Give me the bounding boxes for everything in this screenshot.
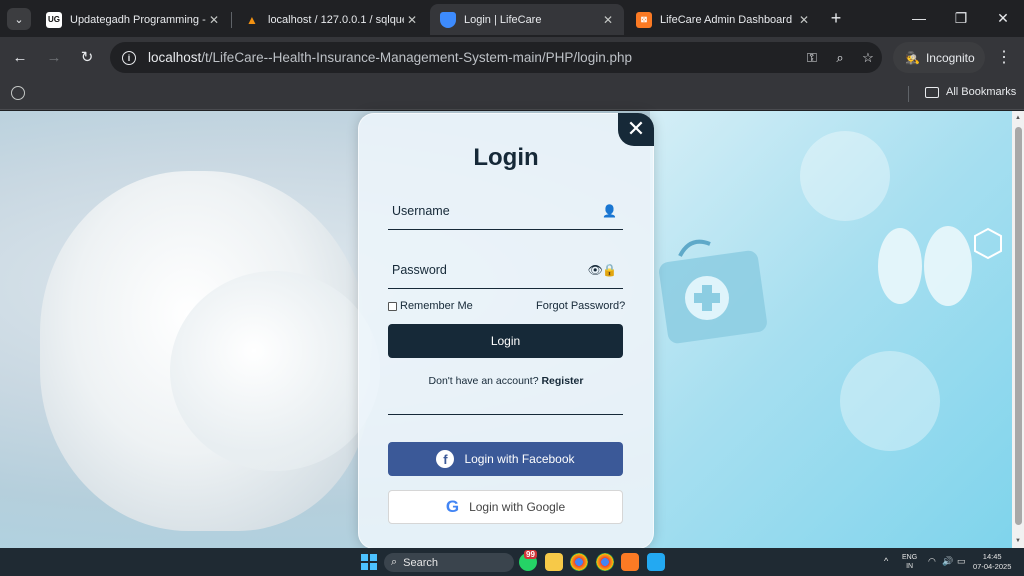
close-icon[interactable]: ✕ — [600, 13, 616, 27]
volume-icon[interactable]: 🔊 — [942, 556, 953, 567]
chevron-down-icon: ⌄ — [14, 13, 24, 26]
search-icon: ⌕ — [391, 556, 398, 568]
lock-icon: 🔒 — [602, 263, 617, 277]
chevron-up-icon[interactable]: ^ — [884, 556, 888, 566]
bokeh-circle — [800, 131, 890, 221]
tab-title: Login | LifeCare — [464, 13, 542, 26]
new-tab-button[interactable]: + — [826, 8, 846, 28]
folder-icon — [925, 86, 939, 98]
taskbar-search[interactable]: ⌕ Search — [384, 553, 514, 572]
google-login-label: Login with Google — [469, 500, 566, 514]
tab-phpmyadmin[interactable]: ▲ localhost / 127.0.0.1 / sqlque ✕ — [234, 4, 428, 35]
clock-time: 14:45 — [982, 552, 1002, 561]
globe-icon[interactable] — [11, 86, 25, 100]
eye-icon[interactable]: 👁 — [588, 263, 603, 277]
username-input[interactable]: Username 👤 — [388, 194, 623, 230]
tab-title: Updategadh Programming - — [70, 13, 206, 26]
google-login-button[interactable]: G Login with Google — [388, 490, 623, 524]
xampp-icon: ⊠ — [636, 11, 652, 28]
minimize-button[interactable]: — — [904, 8, 934, 28]
register-prompt: Don't have an account? — [428, 375, 539, 387]
language-indicator[interactable]: ENG IN — [902, 553, 917, 571]
user-icon: 👤 — [602, 204, 617, 218]
reload-button[interactable]: ↻ — [76, 47, 98, 69]
clock-date: 07-04-2025 — [973, 562, 1012, 571]
back-button[interactable]: ← — [9, 47, 31, 69]
tab-search-button[interactable]: ⌄ — [7, 8, 31, 30]
zoom-icon[interactable]: ⌕ — [826, 50, 854, 66]
all-bookmarks-label: All Bookmarks — [946, 86, 1017, 98]
system-clock[interactable]: 14:45 07-04-2025 — [973, 552, 1011, 572]
chrome-profile-icon[interactable] — [596, 553, 614, 571]
password-label: Password — [392, 263, 447, 277]
google-icon: G — [445, 497, 460, 516]
close-icon[interactable]: ✕ — [796, 13, 812, 27]
medical-kit-icon — [659, 239, 767, 344]
tab-login-lifecare[interactable]: Login | LifeCare ✕ — [430, 4, 624, 35]
file-explorer-icon[interactable] — [545, 553, 563, 571]
close-icon[interactable]: ✕ — [404, 13, 420, 27]
battery-icon[interactable]: ▭ — [957, 556, 966, 567]
bokeh-circle — [840, 351, 940, 451]
phpmyadmin-icon: ▲ — [246, 12, 258, 27]
wifi-icon[interactable]: ◠ — [928, 556, 936, 567]
tab-lifecare-admin[interactable]: ⊠ LifeCare Admin Dashboard ✕ — [626, 4, 820, 35]
site-info-icon[interactable]: i — [122, 50, 136, 65]
vscode-icon[interactable] — [647, 553, 665, 571]
scroll-down-icon[interactable]: ▼ — [1014, 538, 1022, 544]
register-link[interactable]: Register — [541, 375, 583, 387]
tab-updategadh[interactable]: UG Updategadh Programming - ✕ — [36, 4, 230, 35]
scroll-up-icon[interactable]: ▲ — [1014, 115, 1022, 121]
browser-toolbar: ← → ↻ i localhost/t/LifeCare--Health-Ins… — [0, 37, 1024, 78]
bookmarks-bar: All Bookmarks — [0, 78, 1024, 110]
tab-title: localhost / 127.0.0.1 / sqlque — [268, 13, 404, 26]
password-input[interactable]: Password 👁 🔒 — [388, 253, 623, 289]
facebook-icon: f — [436, 450, 455, 468]
facebook-login-button[interactable]: f Login with Facebook — [388, 442, 623, 476]
address-bar[interactable]: i localhost/t/LifeCare--Health-Insurance… — [110, 42, 882, 73]
close-icon: ✕ — [626, 116, 646, 141]
language-code: ENG — [902, 554, 918, 561]
restore-button[interactable]: ❐ — [946, 8, 976, 28]
lungs-icon — [878, 226, 1002, 306]
register-line: Don't have an account? Register — [358, 375, 654, 387]
windows-start-icon[interactable] — [361, 554, 377, 570]
close-icon[interactable]: ✕ — [206, 13, 222, 27]
login-button[interactable]: Login — [388, 324, 623, 358]
forgot-password-link[interactable]: Forgot Password? — [536, 300, 625, 312]
notification-badge: 99 — [524, 550, 537, 559]
scroll-thumb[interactable] — [1015, 127, 1022, 525]
remember-me[interactable]: Remember Me — [388, 300, 473, 312]
url-text[interactable]: localhost/t/LifeCare--Health-Insurance-M… — [148, 50, 798, 65]
bookmark-separator — [908, 86, 909, 102]
forward-button[interactable]: → — [43, 47, 65, 69]
more-menu-icon[interactable]: ⋮ — [996, 47, 1012, 67]
incognito-badge[interactable]: 🕵 Incognito — [893, 42, 985, 73]
incognito-icon: 🕵 — [905, 50, 920, 65]
remember-me-checkbox[interactable] — [388, 301, 397, 311]
incognito-label: Incognito — [925, 50, 975, 65]
ug-logo-icon: UG — [46, 11, 62, 28]
username-label: Username — [392, 204, 450, 218]
url-path: /t/LifeCare--Health-Insurance-Management… — [201, 50, 632, 65]
all-bookmarks-button[interactable]: All Bookmarks — [925, 86, 1016, 98]
chrome-icon[interactable] — [570, 553, 588, 571]
remember-me-label: Remember Me — [400, 300, 473, 312]
url-host: localhost — [148, 50, 202, 65]
key-icon[interactable]: ⚿ — [798, 50, 826, 66]
xampp-icon[interactable] — [621, 553, 639, 571]
divider — [388, 414, 623, 415]
taskbar-search-label: Search — [403, 556, 439, 569]
shield-icon — [440, 11, 456, 28]
tab-title: LifeCare Admin Dashboard — [660, 13, 793, 26]
region-code: IN — [906, 563, 914, 570]
close-login-button[interactable]: ✕ — [618, 113, 654, 146]
login-title: Login — [473, 144, 539, 171]
glove-highlight — [170, 271, 380, 471]
facebook-login-label: Login with Facebook — [464, 452, 575, 466]
tab-separator — [231, 12, 232, 28]
window-close-button[interactable]: ✕ — [988, 8, 1018, 28]
star-icon[interactable]: ☆ — [854, 50, 882, 66]
